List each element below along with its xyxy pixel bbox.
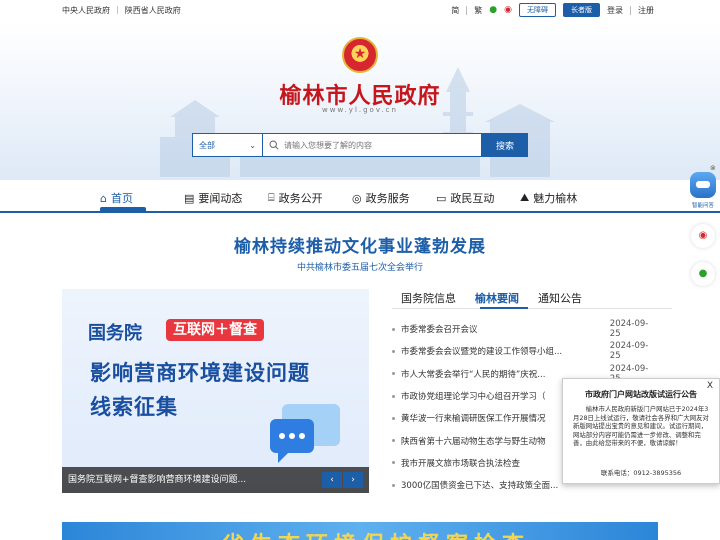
search-scope-value: 全部 [199, 140, 215, 150]
tab-state-council[interactable]: 国务院信息 [401, 290, 456, 306]
robot-icon[interactable] [690, 172, 716, 198]
nav-underline [0, 211, 720, 213]
nav-item-services[interactable]: ◎ 政务服务 [352, 190, 436, 206]
divider [466, 5, 468, 15]
feature-text-line3: 线索征集 [90, 395, 178, 419]
lang-simplified[interactable]: 简 [451, 5, 459, 16]
nav-item-news[interactable]: ▤ 要闻动态 [184, 190, 268, 206]
news-tabs: 国务院信息 榆林要闻 通知公告 [401, 290, 582, 306]
news-title: 市委常委会召开会议 [401, 325, 478, 336]
elderly-mode-button[interactable]: 长者版 [563, 3, 600, 17]
news-date: 2024-09-25 [609, 319, 649, 340]
search-button[interactable]: 搜索 [482, 133, 528, 157]
smart-qa-label[interactable]: 智能问答 [688, 201, 718, 209]
close-icon[interactable]: ⊗ [710, 164, 716, 172]
search-icon [269, 140, 279, 150]
main-nav: ⌂ 首页 ▤ 要闻动态 ⌸ 政务公开 ◎ 政务服务 ▭ 政民互动 ⛰ 魅力榆林 [0, 180, 720, 214]
news-title: 市委常委会会议暨党的建设工作领导小组... [401, 347, 563, 358]
bullet [392, 394, 395, 398]
divider: | [116, 5, 119, 14]
weibo-icon[interactable]: ◉ [691, 224, 715, 248]
tab-yulin-news[interactable]: 榆林要闻 [475, 290, 519, 306]
carousel-prev-button[interactable]: ‹ [322, 472, 342, 488]
notice-popup: X 市政府门户网站改版试运行公告 榆林市人民政府新版门户网站已于2024年3月2… [562, 378, 720, 484]
login-link[interactable]: 登录 [607, 5, 623, 16]
promo-banner-text: 省生态环境保护督察检查 [222, 527, 530, 540]
nav-item-label: 魅力榆林 [533, 192, 578, 205]
nav-item-label: 要闻动态 [198, 192, 243, 205]
bullet [392, 416, 395, 420]
link-shaanxi-gov[interactable]: 陕西省人民政府 [125, 5, 181, 16]
carousel-controls: ‹ › [322, 472, 363, 488]
bullet [392, 327, 395, 331]
search-field-wrapper [262, 133, 482, 157]
feature-text-line2: 影响营商环境建设问题 [90, 361, 310, 385]
news-date: 2024-09-25 [609, 341, 649, 362]
utility-actions: 简 繁 ● ◉ 无障碍 长者版 登录 注册 [451, 3, 654, 17]
bullet [392, 372, 395, 376]
bullet [392, 349, 395, 353]
feature-pill: 互联网＋督查 [166, 319, 264, 341]
bullet [392, 483, 395, 487]
lang-traditional[interactable]: 繁 [474, 5, 482, 16]
promo-banner[interactable]: 省生态环境保护督察检查 [62, 522, 658, 540]
feature-carousel[interactable]: 国务院 互联网＋督查 影响营商环境建设问题 线索征集 国务院互联网+督查影响营商… [62, 289, 369, 493]
nav-item-interaction[interactable]: ▭ 政民互动 [436, 190, 520, 206]
divider [630, 5, 631, 15]
wechat-icon[interactable]: ● [489, 5, 497, 15]
nav-item-label: 政民互动 [450, 192, 495, 205]
feature-text-line1: 国务院 [88, 323, 142, 344]
wechat-icon[interactable]: ● [691, 262, 715, 286]
home-icon: ⌂ [100, 191, 107, 205]
accessibility-button[interactable]: 无障碍 [519, 3, 556, 17]
site-header: ★ 榆林市人民政府 www.yl.gov.cn 全部 ⌄ 搜索 [0, 22, 720, 180]
search-bar: 全部 ⌄ 搜索 [192, 133, 528, 157]
carousel-next-button[interactable]: › [343, 472, 363, 488]
nav-item-label: 政务服务 [365, 192, 410, 205]
nav-item-charm[interactable]: ⛰ 魅力榆林 [520, 190, 604, 206]
chevron-down-icon: ⌄ [249, 140, 256, 150]
notice-title: 市政府门户网站改版试运行公告 [585, 390, 697, 399]
search-input[interactable] [284, 140, 474, 150]
bullet [392, 439, 395, 443]
link-central-gov[interactable]: 中央人民政府 [62, 5, 110, 16]
nav-item-gov-info[interactable]: ⌸ 政务公开 [268, 190, 352, 206]
chat-icon: ▭ [436, 191, 447, 205]
register-link[interactable]: 注册 [638, 5, 654, 16]
news-icon: ▤ [184, 191, 195, 205]
nav-item-label: 政务公开 [278, 192, 323, 205]
site-url: www.yl.gov.cn [322, 106, 398, 114]
national-emblem-icon: ★ [342, 37, 378, 73]
headline[interactable]: 榆林持续推动文化事业蓬勃发展 [0, 232, 720, 257]
scenery-icon: ⛰ [520, 191, 530, 204]
top-utility-bar: 中央人民政府 | 陕西省人民政府 简 繁 ● ◉ 无障碍 长者版 登录 注册 [0, 0, 720, 22]
sub-headline[interactable]: 中共榆林市委五届七次全会举行 [0, 260, 720, 273]
gov-icon: ⌸ [268, 191, 275, 204]
tabs-divider [392, 308, 672, 309]
list-item[interactable]: 市委常委会会议暨党的建设工作领导小组... 2024-09-25 [392, 340, 672, 362]
service-icon: ◎ [352, 191, 362, 205]
weibo-icon[interactable]: ◉ [504, 5, 512, 15]
nav-item-home[interactable]: ⌂ 首页 [100, 190, 184, 206]
chat-bubbles-illustration [270, 404, 340, 463]
search-scope-select[interactable]: 全部 ⌄ [192, 133, 262, 157]
list-item[interactable]: 市委常委会召开会议 2024-09-25 [392, 318, 672, 340]
external-links: 中央人民政府 | 陕西省人民政府 [62, 5, 181, 16]
notice-contact: 联系电话：0912-3895356 [600, 469, 682, 477]
bullet [392, 461, 395, 465]
notice-body: 榆林市人民政府新版门户网站已于2024年3月28日上线试运行，敬请社会各界和广大… [573, 405, 709, 448]
tab-notices[interactable]: 通知公告 [538, 290, 582, 306]
nav-item-label: 首页 [110, 192, 133, 205]
tab-active-indicator [480, 307, 528, 309]
